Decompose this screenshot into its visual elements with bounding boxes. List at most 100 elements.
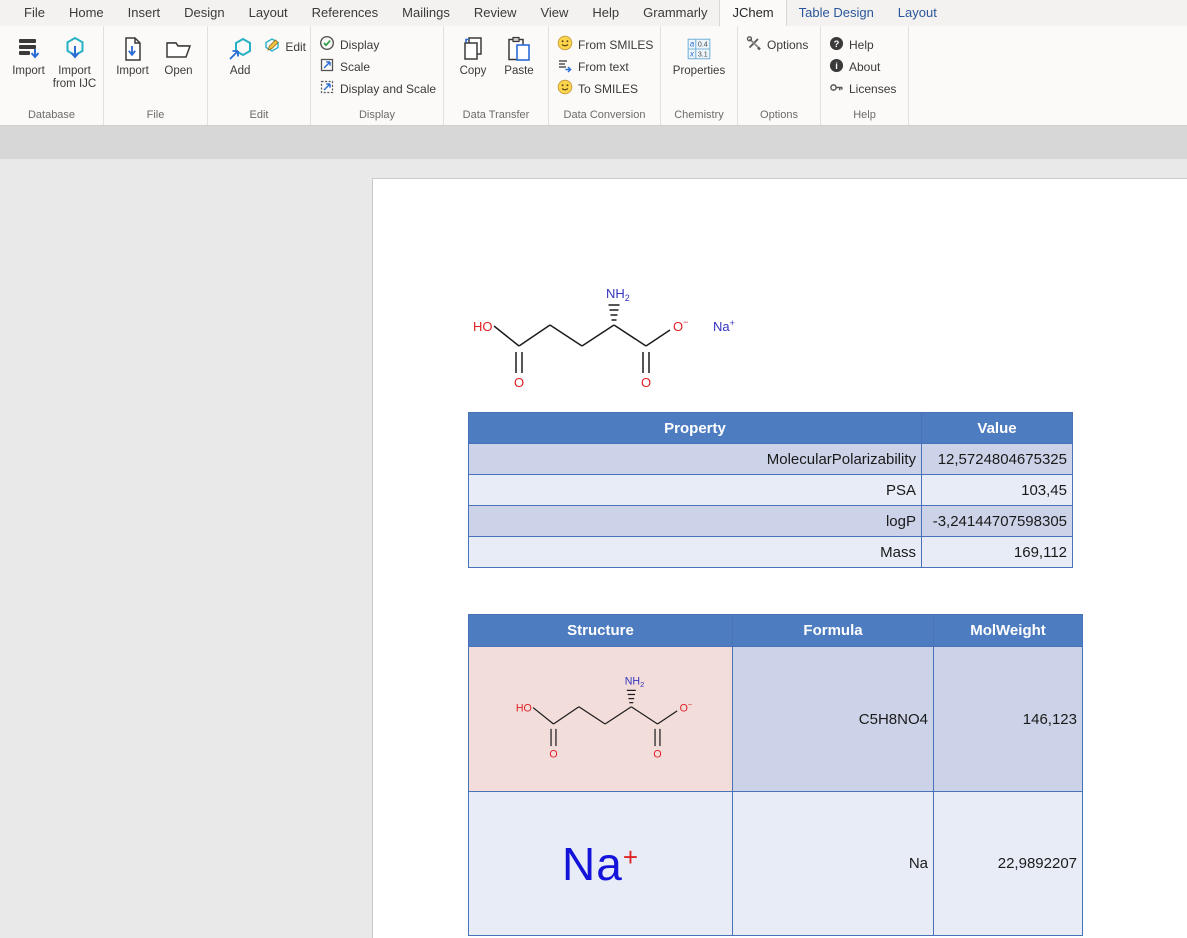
formula-header: Formula [733, 615, 934, 647]
from-text-icon [557, 57, 573, 76]
canvas-top-margin [0, 126, 1187, 159]
ribbon-group-file: Import Open File [104, 26, 208, 125]
options-button[interactable]: Options [746, 36, 808, 53]
properties-icon: a0.4x3.1 [686, 33, 712, 65]
import-database-button[interactable]: Import [6, 30, 52, 78]
tab-file[interactable]: File [12, 0, 57, 26]
jchem-ribbon: Import Importfrom IJC Database Import [0, 26, 1187, 126]
import-file-button[interactable]: Import [110, 30, 156, 78]
import-from-ijc-button[interactable]: Importfrom IJC [52, 30, 98, 91]
tab-insert[interactable]: Insert [116, 0, 173, 26]
svg-text:?: ? [834, 38, 840, 48]
import-database-icon [16, 33, 42, 65]
sodium-ion-label: Na+ [713, 318, 735, 334]
import-from-ijc-icon [62, 33, 88, 65]
options-tools-icon [746, 35, 762, 54]
structure-cell-glutamate[interactable] [469, 647, 733, 792]
formula-cell[interactable]: Na [733, 792, 934, 936]
svg-text:0.4: 0.4 [698, 42, 708, 49]
ribbon-group-database: Import Importfrom IJC Database [0, 26, 104, 125]
licenses-key-icon [829, 80, 844, 98]
property-cell[interactable]: Mass [469, 537, 922, 568]
ribbon-tab-bar: File Home Insert Design Layout Reference… [0, 0, 1187, 26]
property-header: Property [469, 413, 922, 444]
from-smiles-icon [557, 35, 573, 54]
display-and-scale-icon [319, 79, 335, 98]
tab-help[interactable]: Help [580, 0, 631, 26]
tab-home[interactable]: Home [57, 0, 116, 26]
tab-review[interactable]: Review [462, 0, 529, 26]
display-button[interactable]: Display [319, 36, 436, 53]
ribbon-group-edit: Add Edit Edit [208, 26, 311, 125]
document-page[interactable]: Na+ Property Value MolecularPolarizabili… [372, 178, 1187, 938]
property-cell[interactable]: logP [469, 506, 922, 537]
tab-layout[interactable]: Layout [237, 0, 300, 26]
copy-button[interactable]: Copy [450, 30, 496, 78]
add-button[interactable]: Add [222, 30, 258, 78]
tab-grammarly[interactable]: Grammarly [631, 0, 719, 26]
molecule-structure-small[interactable] [506, 665, 696, 769]
about-button[interactable]: i About [829, 58, 896, 75]
value-cell[interactable]: 169,112 [922, 537, 1073, 568]
group-label-data-transfer: Data Transfer [444, 107, 548, 125]
properties-button[interactable]: a0.4x3.1 Properties [669, 30, 729, 78]
table-row: C5H8NO4 146,123 [469, 647, 1083, 792]
group-label-options: Options [738, 107, 820, 125]
scale-button[interactable]: Scale [319, 58, 436, 75]
svg-text:3.1: 3.1 [698, 52, 708, 59]
value-cell[interactable]: 103,45 [922, 475, 1073, 506]
svg-text:a: a [690, 40, 695, 49]
ribbon-group-chemistry: a0.4x3.1 Properties Chemistry [661, 26, 738, 125]
edit-button[interactable]: Edit [264, 38, 306, 55]
ribbon-group-options: Options Options [738, 26, 821, 125]
value-cell[interactable]: 12,5724804675325 [922, 444, 1073, 475]
paste-button[interactable]: Paste [496, 30, 542, 78]
tab-design[interactable]: Design [172, 0, 236, 26]
structure-table-header-row: Structure Formula MolWeight [469, 615, 1083, 647]
tab-view[interactable]: View [528, 0, 580, 26]
paste-icon [506, 33, 532, 65]
group-label-display: Display [311, 107, 443, 125]
help-button[interactable]: ? Help [829, 36, 896, 53]
group-label-file: File [104, 107, 207, 125]
table-row: MolecularPolarizability 12,5724804675325 [469, 444, 1073, 475]
formula-cell[interactable]: C5H8NO4 [733, 647, 934, 792]
property-table: Property Value MolecularPolarizability 1… [468, 412, 1073, 568]
group-label-chemistry: Chemistry [661, 107, 737, 125]
ribbon-group-data-transfer: Copy Paste Data Transfer [444, 26, 549, 125]
molweight-cell[interactable]: 146,123 [934, 647, 1083, 792]
licenses-button[interactable]: Licenses [829, 80, 896, 97]
value-cell[interactable]: -3,24144707598305 [922, 506, 1073, 537]
open-folder-icon [165, 33, 193, 65]
structure-cell-sodium[interactable]: Na+ [469, 792, 733, 936]
from-smiles-button[interactable]: From SMILES [557, 36, 653, 53]
tab-table-design[interactable]: Table Design [787, 0, 886, 26]
open-button[interactable]: Open [156, 30, 202, 78]
group-label-database: Database [0, 107, 103, 125]
to-smiles-icon [557, 79, 573, 98]
from-text-button[interactable]: From text [557, 58, 653, 75]
property-table-header-row: Property Value [469, 413, 1073, 444]
tab-jchem[interactable]: JChem [719, 0, 786, 26]
table-row: Mass 169,112 [469, 537, 1073, 568]
tab-mailings[interactable]: Mailings [390, 0, 462, 26]
table-row: logP -3,24144707598305 [469, 506, 1073, 537]
display-icon [319, 35, 335, 54]
display-and-scale-button[interactable]: Display and Scale [319, 80, 436, 97]
molweight-header: MolWeight [934, 615, 1083, 647]
document-canvas: Na+ Property Value MolecularPolarizabili… [0, 126, 1187, 938]
structure-header: Structure [469, 615, 733, 647]
to-smiles-button[interactable]: To SMILES [557, 80, 653, 97]
molweight-cell[interactable]: 22,9892207 [934, 792, 1083, 936]
tab-table-layout[interactable]: Layout [886, 0, 949, 26]
property-cell[interactable]: PSA [469, 475, 922, 506]
import-file-icon [121, 33, 145, 65]
scale-icon [319, 57, 335, 76]
add-structure-icon [227, 33, 253, 65]
property-cell[interactable]: MolecularPolarizability [469, 444, 922, 475]
table-row: Na+ Na 22,9892207 [469, 792, 1083, 936]
tab-references[interactable]: References [300, 0, 390, 26]
molecule-structure[interactable]: Na+ [461, 274, 753, 401]
help-icon: ? [829, 36, 844, 54]
structure-table: Structure Formula MolWeight C5H8NO4 146,… [468, 614, 1083, 936]
